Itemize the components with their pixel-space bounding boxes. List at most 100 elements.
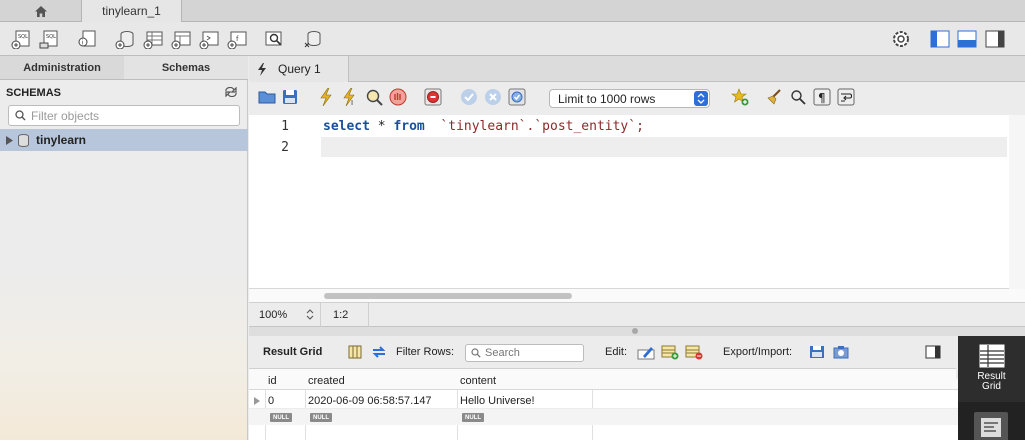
inspector-icon[interactable]: i: [76, 28, 98, 50]
navigator-tabs: Administration Schemas: [0, 56, 248, 80]
edit-row-icon[interactable]: [635, 341, 657, 363]
connection-tab[interactable]: tinylearn_1: [82, 0, 182, 22]
open-folder-icon[interactable]: [256, 86, 278, 108]
result-toolbar: Result Grid Filter Rows: Edit: Export/Im…: [249, 336, 958, 369]
svg-text:¶: ¶: [818, 91, 826, 105]
navigator-panel: Administration Schemas SCHEMAS tinylearn: [0, 56, 248, 440]
sql-keyword: from: [393, 119, 425, 134]
search-icon: [15, 110, 26, 121]
reconnect-icon[interactable]: [302, 28, 324, 50]
export-import-label: Export/Import:: [723, 346, 793, 358]
editor-vertical-scrollbar[interactable]: [1009, 115, 1025, 289]
create-view-icon[interactable]: [170, 28, 192, 50]
new-sql-tab-icon[interactable]: SQL: [10, 28, 32, 50]
editor-horizontal-scrollbar[interactable]: [249, 289, 1025, 302]
null-badge[interactable]: NULL: [462, 413, 484, 422]
word-wrap-icon[interactable]: [835, 86, 857, 108]
open-sql-file-icon[interactable]: SQL: [38, 28, 60, 50]
tab-administration[interactable]: Administration: [0, 56, 124, 79]
column-header-id[interactable]: id: [268, 375, 277, 387]
filter-rows-field[interactable]: [465, 344, 584, 362]
refresh-icon[interactable]: [225, 86, 237, 100]
filter-rows-label: Filter Rows:: [396, 346, 455, 358]
beautify-broom-icon[interactable]: [763, 86, 785, 108]
explain-icon[interactable]: [363, 86, 385, 108]
create-table-icon[interactable]: [142, 28, 164, 50]
toggle-secondary-sidebar-icon[interactable]: [984, 28, 1006, 50]
select-stepper-icon: [694, 91, 708, 106]
filter-objects-input[interactable]: [31, 108, 231, 123]
tab-schemas[interactable]: Schemas: [124, 56, 248, 79]
schema-tree-item-tinylearn[interactable]: tinylearn: [0, 129, 248, 151]
editor-status-bar: 100% 1:2: [249, 302, 1025, 327]
database-icon: [18, 133, 29, 147]
code-line-1[interactable]: select * from `tinylearn`.`post_entity`;: [323, 119, 644, 134]
commit-icon[interactable]: [458, 86, 480, 108]
toggle-output-panel-icon[interactable]: [956, 28, 978, 50]
result-grid-icon: [979, 344, 1004, 368]
save-icon[interactable]: [279, 86, 301, 108]
tab-query-1[interactable]: Query 1: [249, 56, 349, 82]
add-row-icon[interactable]: [659, 341, 681, 363]
cursor-position: 1:2: [321, 303, 369, 327]
delete-row-icon[interactable]: [683, 341, 705, 363]
export-icon[interactable]: [806, 341, 828, 363]
stepper-icon: [306, 309, 314, 320]
filter-objects-field[interactable]: [8, 105, 240, 126]
column-header-created[interactable]: created: [308, 375, 345, 387]
add-snippet-star-icon[interactable]: [729, 86, 751, 108]
home-tab[interactable]: [0, 0, 82, 22]
grid-header: [249, 369, 958, 390]
execute-current-statement-icon[interactable]: I: [339, 86, 361, 108]
zoom-select[interactable]: 100%: [249, 303, 321, 327]
null-badge[interactable]: NULL: [270, 413, 292, 422]
create-function-icon[interactable]: f: [226, 28, 248, 50]
filter-rows-input[interactable]: [485, 346, 581, 360]
autocommit-toggle-icon[interactable]: [506, 86, 528, 108]
row-pointer-icon: [254, 397, 260, 405]
null-badge[interactable]: NULL: [310, 413, 332, 422]
import-icon[interactable]: [830, 341, 852, 363]
main-toolbar: SQL SQL i f: [0, 22, 1025, 56]
refresh-results-icon[interactable]: [368, 341, 390, 363]
table-cell[interactable]: 2020-06-09 06:58:57.147: [308, 395, 432, 407]
sql-keyword: select: [323, 119, 370, 134]
line-number: 1: [281, 119, 289, 134]
result-grid[interactable]: id created content 0 2020-06-09 06:58:57…: [249, 369, 958, 440]
line-number: 2: [281, 140, 289, 155]
stop-icon[interactable]: [387, 86, 409, 108]
column-layout-icon[interactable]: [344, 341, 366, 363]
stop-on-error-icon[interactable]: [422, 86, 444, 108]
preferences-gear-icon[interactable]: [890, 28, 912, 50]
table-row[interactable]: [249, 409, 958, 425]
create-schema-icon[interactable]: [114, 28, 136, 50]
edit-label: Edit:: [605, 346, 628, 358]
execute-icon[interactable]: [315, 86, 337, 108]
sql-editor[interactable]: 1 2 select * from `tinylearn`.`post_enti…: [249, 115, 1009, 289]
table-cell[interactable]: 0: [268, 395, 274, 407]
schema-name: tinylearn: [36, 133, 87, 147]
invisible-characters-icon[interactable]: ¶: [811, 86, 833, 108]
table-cell[interactable]: Hello Universe!: [460, 395, 535, 407]
form-editor-button[interactable]: [974, 412, 1008, 440]
limit-rows-value: Limit to 1000 rows: [558, 92, 656, 106]
home-icon: [34, 5, 47, 17]
panel-splitter[interactable]: [249, 327, 1025, 336]
column-header-content[interactable]: content: [460, 375, 496, 387]
expand-triangle-icon[interactable]: [6, 135, 13, 145]
splitter-handle[interactable]: [632, 328, 638, 334]
search-table-data-icon[interactable]: [263, 28, 285, 50]
toggle-result-panel-icon[interactable]: [922, 341, 944, 363]
scrollbar-thumb[interactable]: [324, 293, 572, 299]
limit-rows-select[interactable]: Limit to 1000 rows: [549, 89, 710, 108]
result-grid-button[interactable]: Result Grid: [958, 336, 1025, 402]
create-procedure-icon[interactable]: [198, 28, 220, 50]
lightning-icon: [258, 62, 266, 76]
rollback-icon[interactable]: [482, 86, 504, 108]
find-magnifier-icon[interactable]: [787, 86, 809, 108]
toggle-sidebar-icon[interactable]: [929, 28, 951, 50]
sql-identifier: `tinylearn`.`post_entity`;: [424, 119, 644, 134]
query-toolbar: I Limit to 1000 rows ¶: [249, 82, 1025, 115]
svg-text:I: I: [351, 99, 353, 106]
schemas-heading: SCHEMAS: [6, 87, 62, 99]
